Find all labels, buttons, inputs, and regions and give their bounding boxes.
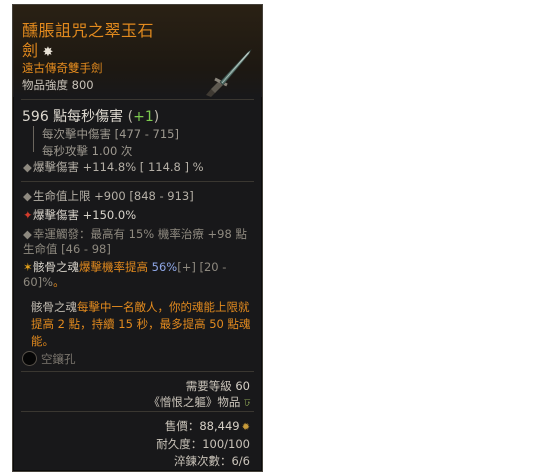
gold-coin-icon: ✹: [241, 422, 250, 433]
item-power: 物品強度 800: [22, 78, 94, 92]
expansion-d-icon: ঢ: [244, 398, 250, 409]
dps-line: 596 點每秒傷害 (+1): [22, 106, 159, 126]
item-source-text: 《憎恨之軀》物品: [148, 395, 241, 409]
aspect-name: 骸骨之魂: [33, 260, 79, 274]
dps-bonus: +1: [133, 109, 154, 125]
affix-crit-damage-text: 爆擊傷害 +150.0%: [33, 208, 137, 222]
dps-value: 596 點每秒傷害: [22, 109, 124, 125]
affix-life: ◆生命值上限 +900 [848 - 913]: [23, 189, 194, 204]
aspect-value: 56%: [151, 260, 178, 274]
item-tooltip: 醺脹詛咒之翠玉石 劍 ✸ 遠古傳奇雙手劍 物品強度 800 596 點每秒傷害 (…: [12, 4, 263, 472]
socket-label: 空鑲孔: [41, 352, 76, 366]
required-level-value: 60: [235, 379, 250, 393]
greater-affix-icon: ✦: [23, 208, 33, 222]
item-name: 醺脹詛咒之翠玉石 劍 ✸: [22, 21, 182, 63]
temper-count: 淬鍊次數：6/6: [173, 454, 250, 468]
separator: [21, 371, 254, 372]
sell-price-label: 售價：: [164, 419, 200, 433]
item-name-line1: 醺脹詛咒之翠玉石: [22, 21, 155, 40]
star-icon: ✸: [42, 45, 54, 60]
sell-price: 售價：88,449 ✹: [165, 418, 250, 434]
affix-lucky-hit-text: 幸運觸發：最高有 15% 機率治療 +98 點生命值 [46 - 98]: [23, 227, 247, 256]
sword-icon: [206, 49, 252, 97]
damage-per-hit: 每次擊中傷害 [477 - 715]: [42, 127, 179, 141]
aspect-star-icon: ✶: [23, 260, 33, 274]
separator: [21, 181, 254, 182]
tree-connector: [33, 126, 42, 152]
item-type: 遠古傳奇雙手劍: [22, 61, 103, 75]
affix-aspect: ✶骸骨之魂爆擊機率提高 56%[+] [20 - 60]%。: [23, 260, 248, 290]
item-name-line2: 劍: [22, 41, 39, 60]
affix-crit-damage: ✦爆擊傷害 +150.0%: [23, 208, 136, 223]
separator: [21, 411, 254, 412]
socket-icon[interactable]: [22, 351, 37, 366]
bullet-icon: ◆: [23, 160, 32, 174]
required-level-label: 需要等級: [185, 379, 232, 393]
attack-speed: 每秒攻擊 1.00 次: [42, 144, 133, 158]
crit-damage-base: ◆爆擊傷害 +114.8% [ 114.8 ] %: [23, 160, 204, 175]
affix-life-text: 生命值上限 +900 [848 - 913]: [33, 189, 194, 203]
separator: [21, 99, 254, 100]
aspect-description: 骸骨之魂每擊中一名敵人，你的魂能上限就提高 2 點，持續 15 秒，最多提高 5…: [31, 299, 255, 350]
sell-price-value: 88,449: [199, 419, 240, 433]
bullet-icon: ◆: [23, 189, 32, 203]
description-aspect-name: 骸骨之魂: [31, 300, 77, 314]
aspect-effect: 爆擊機率提高: [79, 260, 148, 274]
aspect-dot: 。: [53, 275, 65, 289]
dps-paren-close: ): [153, 109, 160, 125]
crit-damage-base-text: 爆擊傷害 +114.8% [ 114.8 ] %: [33, 160, 204, 174]
required-level: 需要等級 60: [186, 378, 250, 394]
tooltip-header: 醺脹詛咒之翠玉石 劍 ✸ 遠古傳奇雙手劍 物品強度 800: [13, 5, 262, 97]
affix-lucky-hit: ◆幸運觸發：最高有 15% 機率治療 +98 點生命值 [46 - 98]: [23, 227, 248, 257]
bullet-icon: ◆: [23, 227, 32, 241]
durability: 耐久度：100/100: [156, 437, 250, 451]
